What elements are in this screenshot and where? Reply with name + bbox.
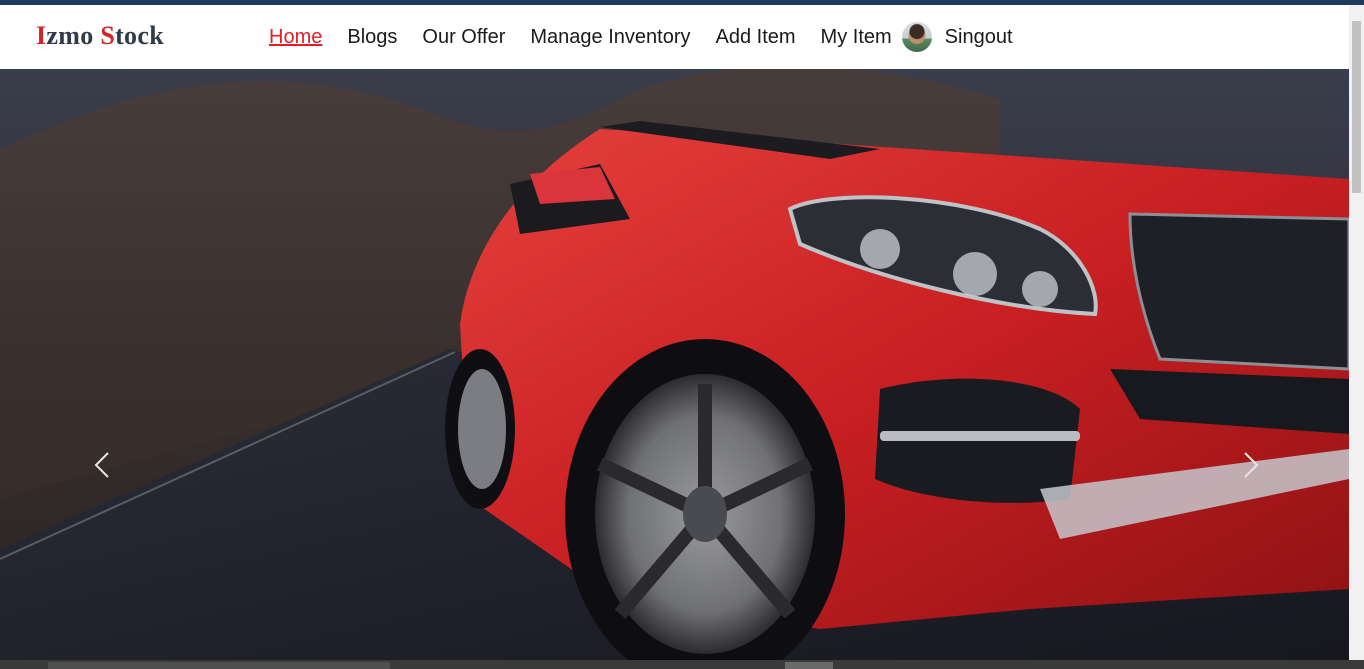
chevron-right-icon[interactable] <box>1235 445 1265 485</box>
taskbar-segment <box>48 662 390 669</box>
nav-my-item-link[interactable]: My Item <box>821 26 892 49</box>
brand-logo[interactable]: Izmo Stock <box>36 21 164 51</box>
nav-add-item-link[interactable]: Add Item <box>716 26 796 49</box>
nav-our-offer-link[interactable]: Our Offer <box>422 26 505 49</box>
user-avatar[interactable] <box>901 22 932 52</box>
brand-word-1: zmo <box>46 21 101 50</box>
chevron-left-icon[interactable] <box>88 445 118 485</box>
scrollbar-thumb[interactable] <box>1352 21 1361 193</box>
nav-signout-link[interactable]: Singout <box>945 26 1013 49</box>
page-scrollbar[interactable] <box>1349 5 1364 669</box>
main-nav: Home Blogs Our Offer Manage Inventory Ad… <box>269 5 1038 69</box>
nav-blogs-link[interactable]: Blogs <box>347 26 397 49</box>
hero-car-image <box>0 69 1349 660</box>
os-taskbar-strip <box>0 660 1364 669</box>
brand-initial-s: S <box>100 21 116 50</box>
navbar: Izmo Stock Home Blogs Our Offer Manage I… <box>0 5 1349 69</box>
nav-home-link[interactable]: Home <box>269 26 322 49</box>
hero-carousel <box>0 69 1349 660</box>
taskbar-segment <box>785 662 833 669</box>
brand-word-2: tock <box>115 21 164 50</box>
nav-manage-inventory-link[interactable]: Manage Inventory <box>530 26 690 49</box>
brand-initial-i: I <box>36 21 47 50</box>
